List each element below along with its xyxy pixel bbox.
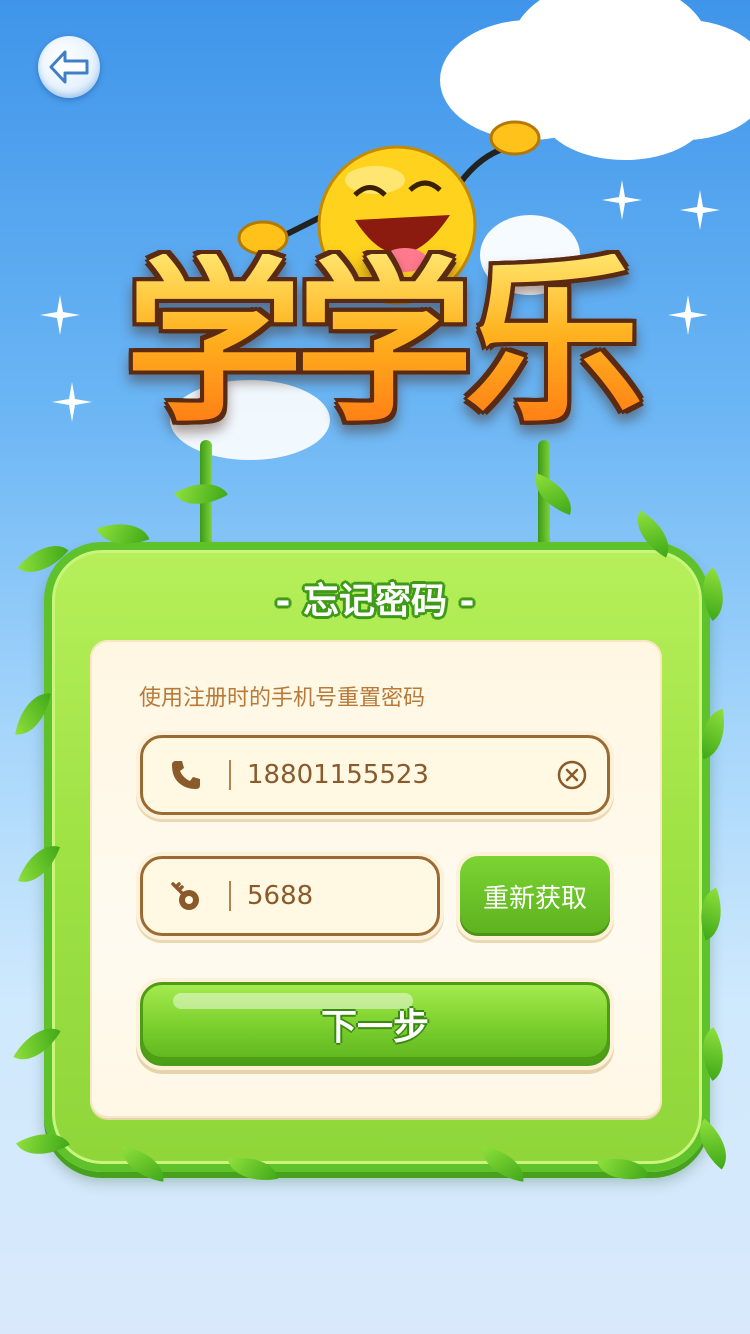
verification-code-field[interactable]: 5688 [140,856,440,936]
phone-icon-wrap [143,758,229,792]
next-step-label: 下一步 [320,1007,429,1048]
key-icon [171,882,199,910]
leaf-decoration [526,472,580,516]
resend-code-button[interactable]: 重新获取 [460,856,610,936]
sparkle-icon [602,180,642,220]
phone-input[interactable]: 18801155523 [231,760,537,790]
cloud-top-right [540,60,710,160]
phone-icon [172,761,200,789]
clear-phone-button[interactable] [537,759,607,791]
logo-text: 学学乐 [110,254,650,432]
key-icon-wrap [143,879,229,913]
sparkle-icon [680,190,720,230]
sparkle-icon [52,382,92,422]
page-title: - 忘记密码 - [275,581,475,622]
back-arrow-icon [49,50,89,84]
sparkle-icon [668,295,708,335]
sparkle-icon [40,295,80,335]
app-logo: 学学乐 [110,228,650,458]
code-input[interactable]: 5688 [231,881,437,911]
hint-text: 使用注册时的手机号重置密码 [139,686,426,711]
next-step-button[interactable]: 下一步 [140,982,610,1066]
clear-circle-icon [557,760,587,790]
phone-field[interactable]: 18801155523 [140,735,610,815]
back-button[interactable] [38,36,100,98]
